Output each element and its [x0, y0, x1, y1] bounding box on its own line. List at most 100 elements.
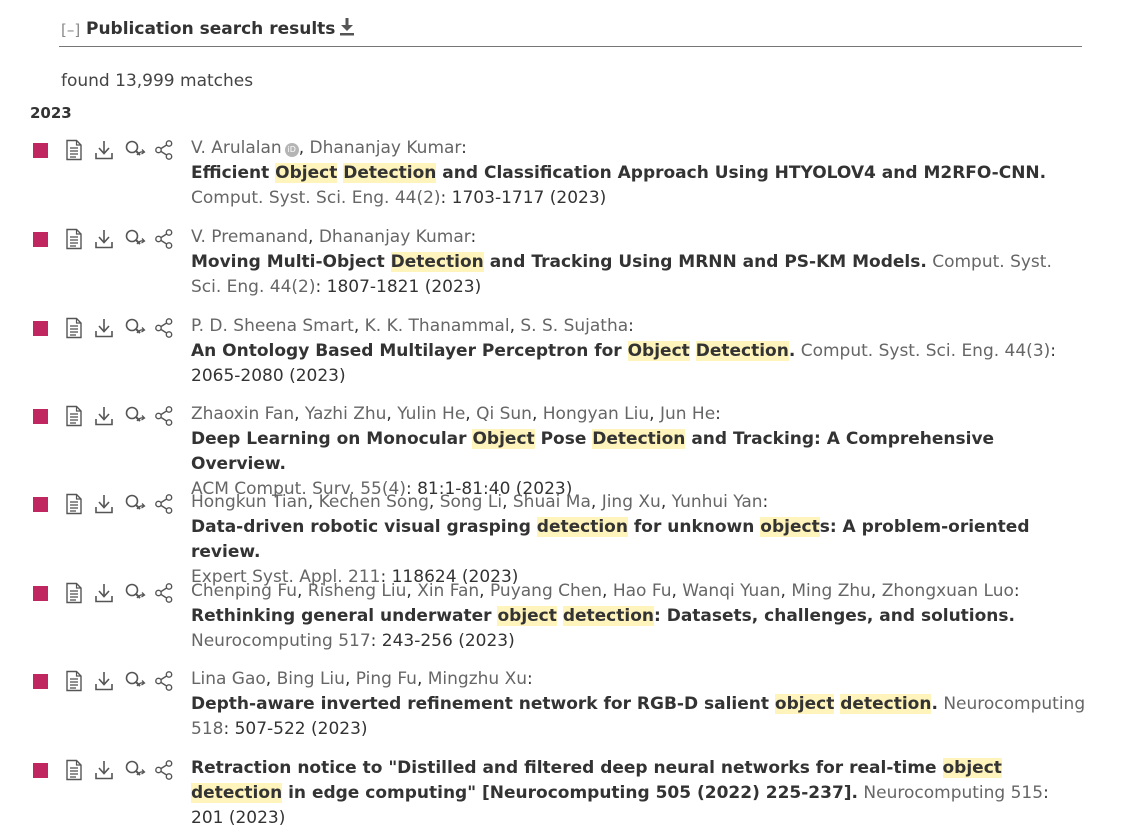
author-link[interactable]: Wanqi Yuan	[682, 581, 780, 601]
share-icon[interactable]	[154, 228, 176, 250]
venue-link[interactable]: Neurocomputing 517	[191, 631, 371, 651]
download-icon[interactable]	[94, 759, 116, 781]
title-text: : Datasets, challenges, and solutions.	[653, 606, 1015, 626]
author-link[interactable]: Ping Fu	[356, 669, 417, 689]
journal-article-marker	[33, 763, 48, 778]
pages-year: : 1807-1821 (2023)	[315, 277, 482, 297]
share-icon[interactable]	[154, 582, 176, 604]
download-icon[interactable]	[94, 228, 116, 250]
author-link[interactable]: Risheng Liu	[308, 581, 407, 601]
download-icon[interactable]	[94, 317, 116, 339]
author-link[interactable]: V. Premanand	[191, 227, 308, 247]
author-link[interactable]: Bing Liu	[277, 669, 345, 689]
author-separator: ,	[386, 404, 398, 424]
collapse-toggle[interactable]: [–]	[61, 21, 80, 39]
author-link[interactable]: Xin Fan	[417, 581, 479, 601]
author-link[interactable]: Kechen Song	[319, 492, 429, 512]
search-link-icon[interactable]	[124, 228, 146, 250]
author-link[interactable]: Yazhi Zhu	[305, 404, 386, 424]
document-icon[interactable]	[64, 317, 86, 339]
author-link[interactable]: Ming Zhu	[791, 581, 871, 601]
search-highlight: Detection	[695, 341, 789, 361]
author-separator: ,	[344, 669, 356, 689]
author-link[interactable]: Yunhui Yan	[672, 492, 763, 512]
author-link[interactable]: Lina Gao	[191, 669, 266, 689]
share-icon[interactable]	[154, 759, 176, 781]
author-link[interactable]: Qi Sun	[476, 404, 532, 424]
journal-article-marker	[33, 232, 48, 247]
author-separator: ,	[870, 581, 882, 601]
document-icon[interactable]	[64, 670, 86, 692]
author-link[interactable]: Jing Xu	[602, 492, 661, 512]
author-link[interactable]: K. K. Thanammal	[365, 316, 510, 336]
search-highlight: object	[774, 694, 835, 714]
search-highlight: Object	[275, 163, 338, 183]
author-colon: :	[715, 404, 721, 424]
share-icon[interactable]	[154, 139, 176, 161]
pages-year: : 1703-1717 (2023)	[440, 188, 607, 208]
title-text: An Ontology Based Multilayer Perceptron …	[191, 341, 628, 361]
journal-article-marker	[33, 143, 48, 158]
document-icon[interactable]	[64, 139, 86, 161]
share-icon[interactable]	[154, 493, 176, 515]
citation: Zhaoxin Fan, Yazhi Zhu, Yulin He, Qi Sun…	[191, 402, 1086, 502]
venue-link[interactable]: Comput. Syst. Sci. Eng. 44(3)	[801, 341, 1051, 361]
pages-year: : 243-256 (2023)	[370, 631, 515, 651]
search-link-icon[interactable]	[124, 759, 146, 781]
document-icon[interactable]	[64, 582, 86, 604]
search-link-icon[interactable]	[124, 670, 146, 692]
venue-link[interactable]: Comput. Syst. Sci. Eng. 44(2)	[191, 188, 441, 208]
download-icon[interactable]	[94, 582, 116, 604]
author-link[interactable]: Zhongxuan Luo	[882, 581, 1014, 601]
author-separator: ,	[307, 492, 319, 512]
document-icon[interactable]	[64, 759, 86, 781]
author-link[interactable]: Mingzhu Xu	[428, 669, 527, 689]
author-link[interactable]: Puyang Chen	[490, 581, 602, 601]
title-text: for unknown	[627, 517, 761, 537]
search-highlight: detection	[191, 783, 283, 803]
document-icon[interactable]	[64, 405, 86, 427]
search-link-icon[interactable]	[124, 139, 146, 161]
author-link[interactable]: Shuai Ma	[513, 492, 591, 512]
download-icon[interactable]	[94, 405, 116, 427]
orcid-icon[interactable]: iD	[284, 143, 299, 157]
author-link[interactable]: Chenping Fu	[191, 581, 297, 601]
share-icon[interactable]	[154, 405, 176, 427]
download-icon[interactable]	[94, 670, 116, 692]
author-link[interactable]: Zhaoxin Fan	[191, 404, 294, 424]
share-icon[interactable]	[154, 317, 176, 339]
match-count: found 13,999 matches	[61, 71, 254, 91]
author-link[interactable]: P. D. Sheena Smart	[191, 316, 354, 336]
download-icon[interactable]	[338, 17, 356, 37]
document-icon[interactable]	[64, 228, 86, 250]
author-link[interactable]: Song Li	[440, 492, 502, 512]
search-link-icon[interactable]	[124, 493, 146, 515]
journal-article-marker	[33, 674, 48, 689]
author-link[interactable]: Hongkun Tian	[191, 492, 308, 512]
share-icon[interactable]	[154, 670, 176, 692]
title-text: Retraction notice to "Distilled and filt…	[191, 758, 943, 778]
author-colon: :	[762, 492, 769, 512]
author-link[interactable]: Yulin He	[397, 404, 465, 424]
author-separator: ,	[531, 404, 543, 424]
author-link[interactable]: Hongyan Liu	[543, 404, 649, 424]
results-title: Publication search results	[86, 19, 336, 39]
search-link-icon[interactable]	[124, 582, 146, 604]
author-link[interactable]: Hao Fu	[613, 581, 672, 601]
author-link[interactable]: Jun He	[660, 404, 715, 424]
search-link-icon[interactable]	[124, 405, 146, 427]
document-icon[interactable]	[64, 493, 86, 515]
author-separator: ,	[590, 492, 602, 512]
author-link[interactable]: Dhananjay Kumar	[319, 227, 471, 247]
author-link[interactable]: V. Arulalan	[191, 138, 282, 158]
search-link-icon[interactable]	[124, 317, 146, 339]
author-link[interactable]: S. S. Sujatha	[520, 316, 628, 336]
author-separator: ,	[780, 581, 792, 601]
venue-link[interactable]: Neurocomputing 515	[863, 783, 1043, 803]
author-colon: :	[628, 316, 634, 336]
author-separator: ,	[353, 316, 365, 336]
title-text: Efficient	[191, 163, 276, 183]
author-link[interactable]: Dhananjay Kumar	[310, 138, 462, 158]
download-icon[interactable]	[94, 493, 116, 515]
download-icon[interactable]	[94, 139, 116, 161]
